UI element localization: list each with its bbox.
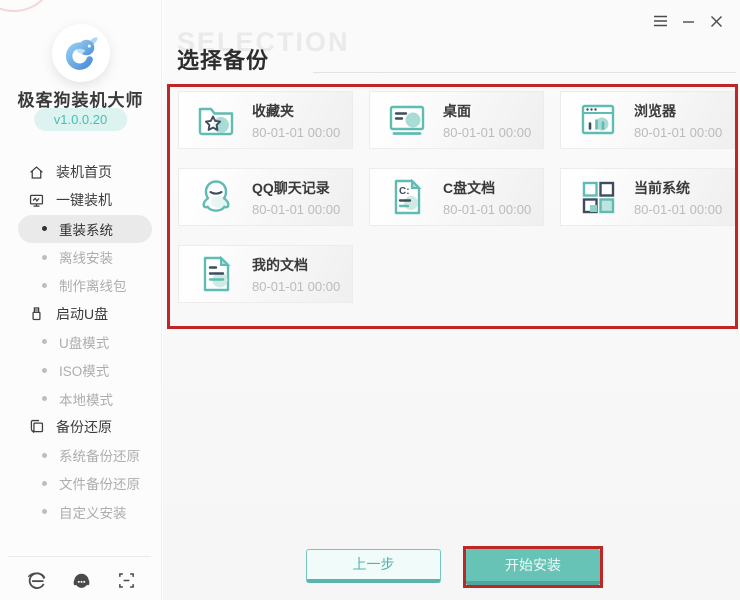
start-install-button[interactable]: 开始安装	[466, 549, 600, 585]
card-title: C盘文档	[443, 178, 531, 198]
sidebar-item-label: 制作离线包	[59, 275, 127, 295]
sidebar-item-label: 启动U盘	[56, 304, 108, 324]
backup-card-favorites[interactable]: 收藏夹 80-01-01 00:00	[178, 91, 353, 149]
app-logo	[52, 24, 110, 82]
bullet-icon	[42, 226, 47, 231]
monitor-icon	[27, 191, 45, 209]
card-title: 浏览器	[634, 101, 722, 121]
start-install-highlight: 开始安装	[463, 546, 603, 588]
sidebar-item-label: 本地模式	[59, 389, 113, 409]
backup-card-browser[interactable]: 浏览器 80-01-01 00:00	[560, 91, 735, 149]
bullet-icon	[42, 509, 47, 514]
backup-card-c-drive-docs[interactable]: C: C盘文档 80-01-01 00:00	[369, 168, 544, 226]
sidebar-item-make-offline-package[interactable]: 制作离线包	[0, 271, 162, 299]
dog-logo-icon	[59, 31, 103, 75]
browser-icon	[576, 98, 620, 142]
bullet-icon	[42, 255, 47, 260]
bullet-icon	[42, 396, 47, 401]
backup-card-desktop[interactable]: 桌面 80-01-01 00:00	[369, 91, 544, 149]
backup-restore-icon	[27, 418, 45, 436]
sidebar-item-label: U盘模式	[59, 332, 109, 352]
qq-chat-icon	[194, 175, 238, 219]
sidebar-item-file-backup-restore[interactable]: 文件备份还原	[0, 469, 162, 497]
desktop-icon	[385, 98, 429, 142]
card-date: 80-01-01 00:00	[443, 125, 531, 140]
scan-icon[interactable]	[114, 568, 138, 592]
bullet-icon	[42, 453, 47, 458]
sidebar-item-label: 自定义安装	[59, 502, 127, 522]
card-title: 我的文档	[252, 255, 340, 275]
sidebar-item-boot-usb[interactable]: 启动U盘	[0, 299, 162, 327]
window-controls	[650, 12, 726, 30]
sidebar-menu: 装机首页 一键装机 重装系统 离线安装 制作离线包	[0, 158, 162, 526]
bullet-icon	[42, 368, 47, 373]
sidebar-item-local-mode[interactable]: 本地模式	[0, 384, 162, 412]
card-title: 当前系统	[634, 178, 722, 198]
title-underline	[313, 72, 736, 73]
backup-card-qq-chat[interactable]: QQ聊天记录 80-01-01 00:00	[178, 168, 353, 226]
backup-card-current-system[interactable]: 当前系统 80-01-01 00:00	[560, 168, 735, 226]
backup-selection-box: 收藏夹 80-01-01 00:00 桌面 80-01-01 00:00	[167, 84, 738, 329]
ie-browser-icon[interactable]	[24, 568, 48, 592]
sidebar-item-label: 离线安装	[59, 247, 113, 267]
card-date: 80-01-01 00:00	[634, 202, 722, 217]
sidebar-item-label: 装机首页	[56, 162, 112, 182]
sidebar-item-label: ISO模式	[59, 360, 109, 380]
bullet-icon	[42, 339, 47, 344]
backup-card-my-documents[interactable]: 我的文档 80-01-01 00:00	[178, 245, 353, 303]
sidebar-item-one-click-install[interactable]: 一键装机	[0, 186, 162, 214]
close-icon[interactable]	[706, 12, 726, 30]
c-drive-docs-icon: C:	[385, 175, 429, 219]
usb-icon	[27, 305, 45, 323]
sidebar-item-label: 文件备份还原	[59, 473, 140, 493]
sidebar-footer	[0, 568, 162, 592]
my-documents-icon	[194, 252, 238, 296]
sidebar: 极客狗装机大师 v1.0.0.20 装机首页 一键装机 重装系统	[0, 0, 162, 600]
card-date: 80-01-01 00:00	[252, 202, 340, 217]
bullet-icon	[42, 481, 47, 486]
menu-icon[interactable]	[650, 12, 670, 30]
card-date: 80-01-01 00:00	[252, 125, 340, 140]
sidebar-item-label: 重装系统	[59, 219, 113, 239]
favorites-folder-icon	[194, 98, 238, 142]
sidebar-item-home[interactable]: 装机首页	[0, 158, 162, 186]
svg-text:C:: C:	[399, 186, 410, 197]
current-system-icon	[576, 175, 620, 219]
app-window: 极客狗装机大师 v1.0.0.20 装机首页 一键装机 重装系统	[0, 0, 740, 600]
home-icon	[27, 163, 45, 181]
sidebar-item-system-backup-restore[interactable]: 系统备份还原	[0, 441, 162, 469]
card-date: 80-01-01 00:00	[252, 279, 340, 294]
sidebar-item-usb-mode[interactable]: U盘模式	[0, 328, 162, 356]
card-title: QQ聊天记录	[252, 178, 340, 198]
sidebar-item-reinstall-system[interactable]: 重装系统	[18, 215, 152, 243]
sidebar-item-label: 系统备份还原	[59, 445, 140, 465]
sidebar-item-iso-mode[interactable]: ISO模式	[0, 356, 162, 384]
sidebar-item-label: 一键装机	[56, 190, 112, 210]
decorative-arc	[0, 0, 56, 12]
main-panel: SELECTION 选择备份 收藏夹 80-01-01 00:00	[163, 0, 740, 600]
card-title: 桌面	[443, 101, 531, 121]
version-badge: v1.0.0.20	[34, 108, 128, 131]
previous-step-button[interactable]: 上一步	[306, 549, 441, 583]
sidebar-footer-divider	[8, 556, 151, 557]
sidebar-item-custom-install[interactable]: 自定义安装	[0, 498, 162, 526]
card-date: 80-01-01 00:00	[443, 202, 531, 217]
bullet-icon	[42, 283, 47, 288]
minimize-icon[interactable]	[678, 12, 698, 30]
support-headset-icon[interactable]	[69, 568, 93, 592]
card-date: 80-01-01 00:00	[634, 125, 722, 140]
sidebar-item-label: 备份还原	[56, 417, 112, 437]
sidebar-item-backup-restore[interactable]: 备份还原	[0, 413, 162, 441]
sidebar-item-offline-install[interactable]: 离线安装	[0, 243, 162, 271]
page-title: 选择备份	[177, 43, 269, 75]
card-title: 收藏夹	[252, 101, 340, 121]
